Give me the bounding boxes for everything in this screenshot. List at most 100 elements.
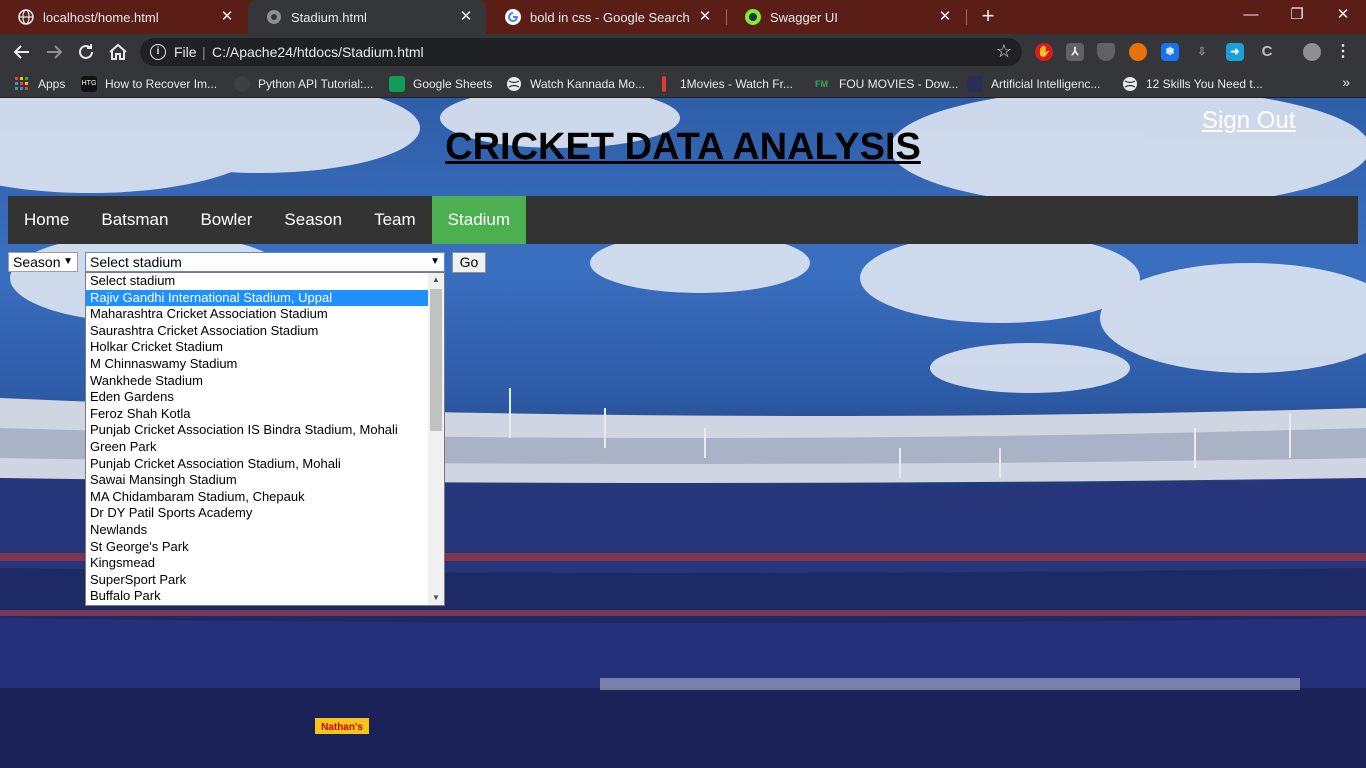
apps-grid-icon	[14, 76, 30, 92]
bookmark-label: FOU MOVIES - Dow...	[839, 77, 959, 91]
dropdown-arrow-icon: ▼	[430, 256, 440, 267]
main-navigation: Home Batsman Bowler Season Team Stadium	[8, 196, 1358, 244]
stadium-option[interactable]: Sawai Mansingh Stadium	[86, 472, 444, 489]
restore-button[interactable]: ❐	[1274, 0, 1320, 30]
scroll-down-arrow-icon[interactable]: ▼	[428, 591, 444, 605]
stadium-select[interactable]: Select stadium ▼	[85, 252, 445, 272]
back-button[interactable]	[10, 40, 34, 64]
stadium-option[interactable]: SuperSport Park	[86, 572, 444, 589]
tab-title: Stadium.html	[291, 9, 367, 25]
nav-batsman[interactable]: Batsman	[85, 196, 184, 244]
bookmark-apps[interactable]: Apps	[14, 75, 65, 93]
stadium-option[interactable]: Eden Gardens	[86, 389, 444, 406]
close-tab-icon[interactable]: ✕	[219, 9, 235, 25]
tab-localhost-home[interactable]: localhost/home.html ✕	[0, 0, 247, 34]
stadium-option[interactable]: Dr DY Patil Sports Academy	[86, 505, 444, 522]
bookmark-12-skills[interactable]: 12 Skills You Need t...	[1122, 75, 1263, 93]
stadium-select-value: Select stadium	[90, 254, 182, 270]
menu-kebab-icon[interactable]: ⋮	[1334, 43, 1352, 61]
stadium-option[interactable]: Holkar Cricket Stadium	[86, 339, 444, 356]
reload-button[interactable]	[74, 40, 98, 64]
bookmark-star-icon[interactable]: ☆	[996, 41, 1012, 62]
bookmark-1movies[interactable]: 1Movies - Watch Fr...	[662, 75, 793, 93]
bookmark-ai[interactable]: Artificial Intelligenc...	[967, 75, 1100, 93]
profile-avatar[interactable]	[1303, 43, 1321, 61]
close-tab-icon[interactable]: ✕	[937, 9, 953, 25]
minimize-button[interactable]: —	[1228, 0, 1274, 30]
nav-stadium[interactable]: Stadium	[431, 196, 527, 244]
stadium-option[interactable]: Wankhede Stadium	[86, 373, 444, 390]
stadium-option[interactable]: St George's Park	[86, 539, 444, 556]
pdf-extension-icon[interactable]: ⅄	[1066, 43, 1084, 61]
stadium-option[interactable]: Feroz Shah Kotla	[86, 406, 444, 423]
snowflake-extension-icon[interactable]: ❄	[1161, 43, 1179, 61]
season-select[interactable]: Season ▼	[8, 252, 78, 272]
bookmark-label: How to Recover Im...	[105, 77, 218, 91]
tab-title: Swagger UI	[770, 9, 838, 25]
scheme-label: File	[174, 44, 197, 60]
stadium-option[interactable]: Maharashtra Cricket Association Stadium	[86, 306, 444, 323]
globe-icon	[1122, 76, 1138, 92]
stadium-option[interactable]: Green Park	[86, 439, 444, 456]
stadium-option[interactable]: Kingsmead	[86, 555, 444, 572]
stadium-option[interactable]: Punjab Cricket Association Stadium, Moha…	[86, 456, 444, 473]
info-icon[interactable]: i	[150, 44, 166, 60]
adblock-extension-icon[interactable]: ✋	[1035, 43, 1053, 61]
fire-extension-icon[interactable]	[1129, 43, 1147, 61]
c-extension-icon[interactable]: C	[1258, 43, 1276, 61]
browser-tab-strip: localhost/home.html ✕ Stadium.html ✕ bol…	[0, 0, 1366, 34]
htg-icon: HTG	[81, 76, 97, 92]
stadium-option[interactable]: M Chinnaswamy Stadium	[86, 356, 444, 373]
nav-bowler[interactable]: Bowler	[184, 196, 268, 244]
globe-icon	[266, 9, 282, 25]
stadium-option[interactable]: Buffalo Park	[86, 588, 444, 605]
fm-icon: FM	[815, 79, 828, 89]
season-select-value: Season	[13, 254, 61, 270]
nav-season[interactable]: Season	[268, 196, 358, 244]
stadium-option[interactable]: Saurashtra Cricket Association Stadium	[86, 323, 444, 340]
stadium-dropdown-list: Select stadium Rajiv Gandhi Internationa…	[85, 272, 445, 606]
stadium-option[interactable]: Newlands	[86, 522, 444, 539]
page-title: CRICKET DATA ANALYSIS	[445, 126, 921, 168]
tab-stadium[interactable]: Stadium.html ✕	[248, 0, 486, 34]
back-arrow-icon	[13, 45, 29, 59]
download-extension-icon[interactable]: ⇩	[1193, 43, 1211, 61]
nav-home[interactable]: Home	[8, 196, 85, 244]
nav-team[interactable]: Team	[358, 196, 432, 244]
address-separator: |	[202, 44, 206, 60]
send-extension-icon[interactable]: ➜	[1226, 43, 1244, 61]
close-tab-icon[interactable]: ✕	[458, 9, 474, 25]
close-window-button[interactable]: ✕	[1320, 0, 1366, 30]
sign-out-link[interactable]: Sign Out	[1202, 107, 1295, 135]
ai-icon	[967, 76, 983, 92]
stadium-option[interactable]: Punjab Cricket Association IS Bindra Sta…	[86, 422, 444, 439]
shield-extension-icon[interactable]	[1097, 43, 1115, 61]
stadium-option-highlighted[interactable]: Rajiv Gandhi International Stadium, Uppa…	[86, 289, 444, 307]
go-button[interactable]: Go	[452, 252, 486, 273]
bookmark-fou-movies[interactable]: FM FOU MOVIES - Dow...	[815, 75, 958, 93]
bookmark-python-api[interactable]: Python API Tutorial:...	[234, 75, 373, 93]
tab-title: bold in css - Google Search	[530, 9, 690, 25]
scrollbar-thumb[interactable]	[430, 289, 442, 431]
home-button[interactable]	[106, 40, 130, 64]
bookmark-google-sheets[interactable]: Google Sheets	[389, 75, 492, 93]
scroll-up-arrow-icon[interactable]: ▲	[428, 273, 444, 287]
close-tab-icon[interactable]: ✕	[697, 9, 713, 25]
globe-icon	[18, 9, 34, 25]
forward-arrow-icon	[47, 45, 63, 59]
stadium-option[interactable]: MA Chidambaram Stadium, Chepauk	[86, 489, 444, 506]
page-viewport: Nathan's CRICKET DATA ANALYSIS Sign Out …	[0, 98, 1366, 768]
stadium-option[interactable]: Select stadium	[86, 273, 444, 290]
tab-swagger[interactable]: Swagger UI ✕	[727, 0, 965, 34]
bookmarks-overflow-icon[interactable]: »	[1342, 74, 1350, 90]
address-bar[interactable]: i File | C:/Apache24/htdocs/Stadium.html…	[140, 38, 1022, 66]
forward-button[interactable]	[42, 40, 66, 64]
dropdown-scrollbar[interactable]: ▲ ▼	[428, 273, 444, 605]
bookmark-htg[interactable]: HTG How to Recover Im...	[81, 75, 217, 93]
url-text[interactable]: C:/Apache24/htdocs/Stadium.html	[212, 44, 424, 60]
bookmark-label: Artificial Intelligenc...	[991, 77, 1101, 91]
new-tab-button[interactable]: +	[977, 5, 999, 29]
bookmark-kannada[interactable]: Watch Kannada Mo...	[506, 75, 645, 93]
bookmark-label: 1Movies - Watch Fr...	[680, 77, 793, 91]
tab-google-search[interactable]: bold in css - Google Search ✕	[487, 0, 725, 34]
